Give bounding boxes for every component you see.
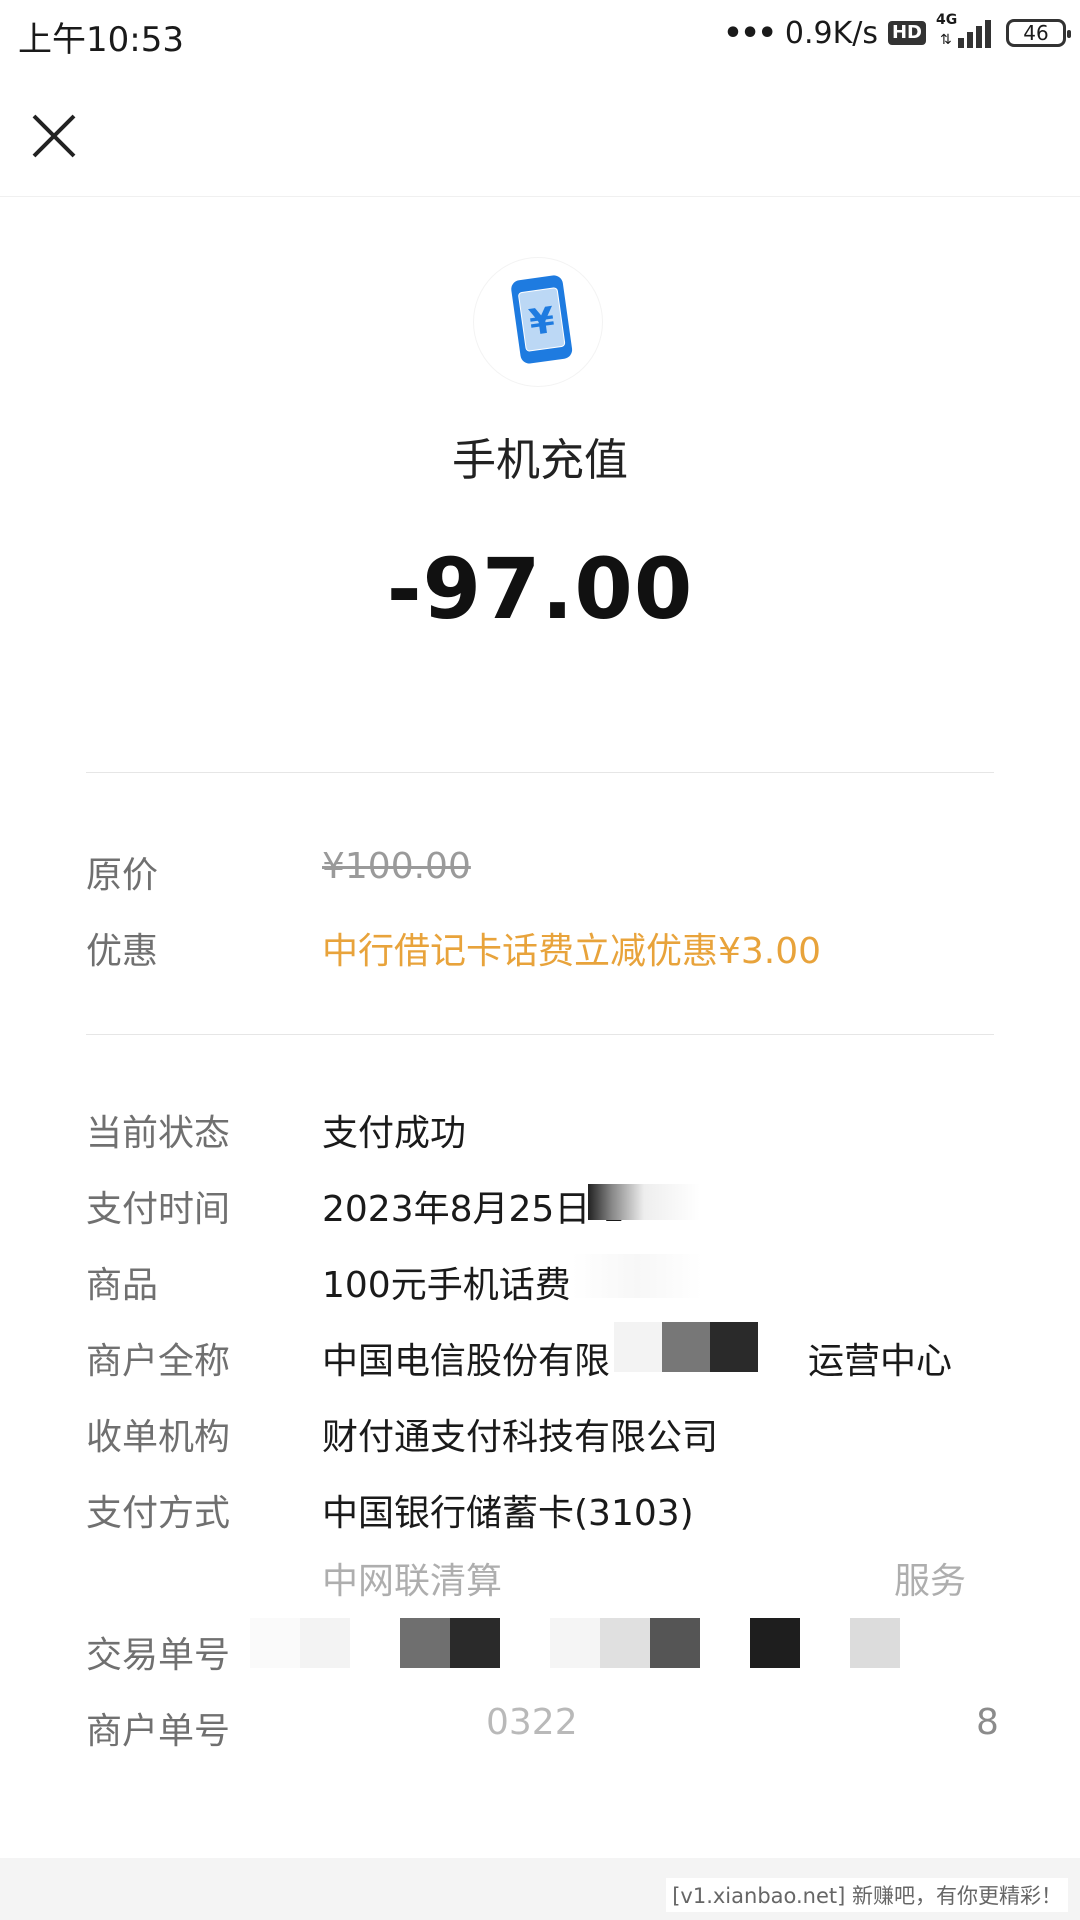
goods-label: 商品 xyxy=(86,1265,159,1306)
close-icon[interactable] xyxy=(26,108,82,164)
acquirer-row: 收单机构 财付通支付科技有限公司 xyxy=(86,1408,994,1468)
discount-row: 优惠 中行借记卡话费立减优惠¥3.00 xyxy=(86,922,994,982)
status-value: 支付成功 xyxy=(322,1113,467,1154)
merchant-row: 商户全称 中国电信股份有限 运营中心 xyxy=(86,1332,994,1392)
redaction-block xyxy=(662,1322,710,1372)
redaction-block xyxy=(588,1184,748,1220)
original-price-label: 原价 xyxy=(86,855,159,896)
trade-no-label: 交易单号 xyxy=(86,1635,231,1676)
payment-sub-end: 服务 xyxy=(894,1561,967,1602)
original-price-row: 原价 ¥100.00 xyxy=(86,846,994,906)
acquirer-value: 财付通支付科技有限公司 xyxy=(322,1417,719,1458)
phone-yuan-icon: ¥ xyxy=(511,275,573,364)
payment-method-value: 中国银行储蓄卡(3103) xyxy=(322,1493,694,1534)
redaction-block xyxy=(750,1618,800,1668)
top-nav xyxy=(0,66,1080,197)
merchant-label: 商户全称 xyxy=(86,1341,231,1382)
discount-value: 中行借记卡话费立减优惠¥3.00 xyxy=(322,931,822,972)
hd-icon: HD xyxy=(887,21,926,45)
network-type: 4G xyxy=(936,12,958,28)
acquirer-label: 收单机构 xyxy=(86,1417,231,1458)
payment-method-row: 支付方式 中国银行储蓄卡(3103) xyxy=(86,1484,994,1544)
merchant-value-end: 运营中心 xyxy=(808,1341,953,1382)
redaction-block xyxy=(450,1618,500,1668)
status-bar: 上午10:53 ••• 0.9K/s HD 4G ⇅ 46 xyxy=(0,0,1080,66)
merchant-no-label: 商户单号 xyxy=(86,1711,231,1752)
pay-time-row: 支付时间 2023年8月25日 1 xyxy=(86,1180,994,1240)
status-time: 上午10:53 xyxy=(18,20,184,60)
merchant-no-row: 商户单号 0322 8 xyxy=(86,1702,999,1762)
redaction-block xyxy=(300,1618,350,1668)
more-dots-icon: ••• xyxy=(723,15,777,51)
goods-value: 100元手机话费 xyxy=(322,1265,571,1306)
phone-recharge-logo: ¥ xyxy=(474,258,602,386)
redaction-block xyxy=(400,1618,450,1668)
divider xyxy=(86,1034,994,1035)
redaction-block xyxy=(650,1618,700,1668)
watermark-text: [v1.xianbao.net] 新赚吧，有你更精彩！ xyxy=(666,1878,1068,1912)
status-row: 当前状态 支付成功 xyxy=(86,1104,994,1164)
signal-icon: 4G ⇅ xyxy=(936,12,996,52)
battery-icon: 46 xyxy=(1006,19,1071,47)
status-icons: ••• 0.9K/s HD 4G ⇅ 46 xyxy=(723,12,1071,54)
redaction-block xyxy=(530,1548,890,1598)
redaction-block xyxy=(250,1618,300,1668)
discount-label: 优惠 xyxy=(86,931,159,972)
page-title: 手机充值 xyxy=(452,435,628,486)
merchant-no-end: 8 xyxy=(976,1702,999,1743)
redaction-block xyxy=(710,1322,758,1372)
net-speed: 0.9K/s xyxy=(784,15,878,51)
goods-row: 商品 100元手机话费 xyxy=(86,1256,994,1316)
pay-time-value: 2023年8月25日 1 xyxy=(322,1189,625,1230)
pay-time-label: 支付时间 xyxy=(86,1189,231,1230)
redaction-block xyxy=(600,1618,650,1668)
divider xyxy=(86,772,994,773)
merchant-value-start: 中国电信股份有限 xyxy=(322,1341,611,1382)
redaction-block xyxy=(850,1618,900,1668)
status-label: 当前状态 xyxy=(86,1113,231,1154)
redaction-block xyxy=(572,1254,702,1298)
original-price-value: ¥100.00 xyxy=(322,846,471,887)
battery-level: 46 xyxy=(1023,21,1049,45)
bottom-bar: [v1.xianbao.net] 新赚吧，有你更精彩！ xyxy=(0,1858,1080,1920)
redaction-block xyxy=(614,1322,662,1372)
redaction-block xyxy=(550,1618,600,1668)
amount: -97.00 xyxy=(386,540,694,638)
payment-sub-start: 中网联清算 xyxy=(322,1561,503,1602)
merchant-no-start: 0322 xyxy=(486,1702,578,1743)
payment-method-label: 支付方式 xyxy=(86,1493,231,1534)
